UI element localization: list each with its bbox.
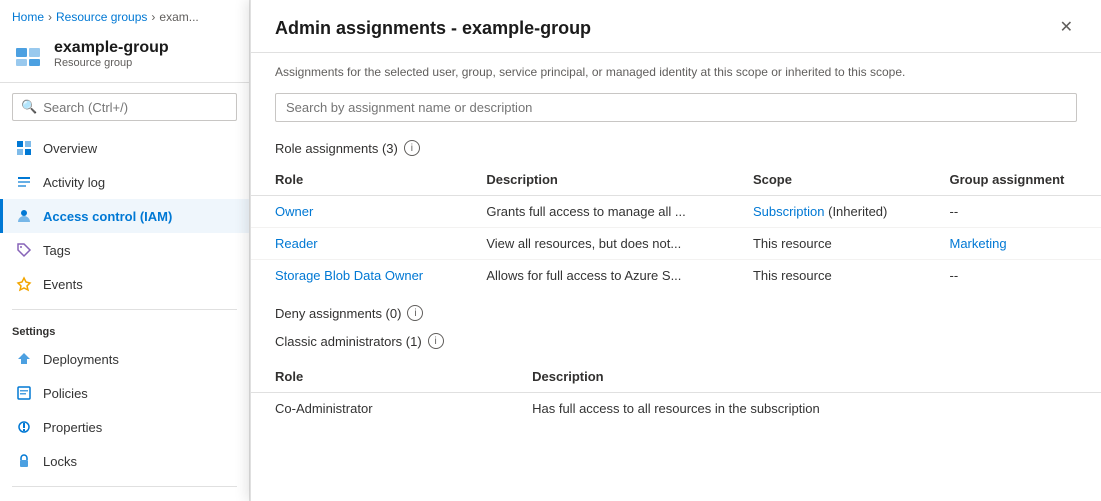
deny-assignments-header: Deny assignments (0) i [275,305,1077,321]
breadcrumb-home[interactable]: Home [12,10,44,24]
sidebar-item-properties[interactable]: Properties [0,410,249,444]
flyout-search-box[interactable] [275,93,1077,122]
role-assignments-label: Role assignments (3) [275,141,398,156]
settings-divider [12,309,237,310]
classic-col-role: Role [251,361,508,393]
role-assignments-table: Role Description Scope Group assignment … [251,164,1101,291]
role-storage-link[interactable]: Storage Blob Data Owner [275,268,423,283]
search-box[interactable]: 🔍 [12,93,237,121]
flyout-title: Admin assignments - example-group [275,18,591,39]
role-reader-description: View all resources, but does not... [462,228,729,260]
classic-admin-label: Classic administrators (1) [275,334,422,349]
sidebar-item-events[interactable]: Events [0,267,249,301]
sidebar-item-overview[interactable]: Overview [0,131,249,165]
breadcrumb-resource-groups[interactable]: Resource groups [56,10,147,24]
table-row: Co-Administrator Has full access to all … [251,393,1101,425]
locks-icon [15,452,33,470]
locks-label: Locks [43,454,77,469]
classic-admin-info-icon: i [428,333,444,349]
main-panel: Admin assignments - example-group ✕ Assi… [250,0,1101,501]
role-owner-scope: Subscription (Inherited) [729,196,926,228]
overview-icon [15,139,33,157]
scope-suffix: (Inherited) [828,204,887,219]
col-scope: Scope [729,164,926,196]
tags-label: Tags [43,243,70,258]
resource-title: example-group [54,39,169,57]
role-assignments-header: Role assignments (3) i [251,134,1101,160]
flyout-search-input[interactable] [286,100,1066,115]
iam-icon [15,207,33,225]
sidebar-item-activity-log[interactable]: Activity log [0,165,249,199]
deny-assignments-info-icon: i [407,305,423,321]
col-role: Role [251,164,462,196]
deny-assignments-section: Deny assignments (0) i [251,291,1101,327]
role-owner-description: Grants full access to manage all ... [462,196,729,228]
role-assignments-header-row: Role Description Scope Group assignment [251,164,1101,196]
flyout-panel: Admin assignments - example-group ✕ Assi… [250,0,1101,501]
resource-header: example-group Resource group [0,30,249,83]
policies-label: Policies [43,386,88,401]
flyout-subtitle: Assignments for the selected user, group… [251,53,1101,81]
deny-assignments-label: Deny assignments (0) [275,306,401,321]
role-storage-group: -- [925,260,1101,292]
search-icon: 🔍 [21,99,37,115]
policies-icon [15,384,33,402]
overview-label: Overview [43,141,97,156]
classic-admin-section: Classic administrators (1) i [251,327,1101,357]
properties-label: Properties [43,420,102,435]
table-row: Owner Grants full access to manage all .… [251,196,1101,228]
classic-admin-header: Classic administrators (1) i [275,333,1077,353]
breadcrumb: Home › Resource groups › exam... [0,0,249,30]
search-input[interactable] [43,100,228,115]
classic-col-description: Description [508,361,1101,393]
role-assignments-info-icon: i [404,140,420,156]
resource-subtitle: Resource group [54,57,169,69]
tags-icon [15,241,33,259]
events-icon [15,275,33,293]
sidebar-item-access-control[interactable]: Access control (IAM) [0,199,249,233]
group-marketing-link[interactable]: Marketing [949,236,1006,251]
col-group-assignment: Group assignment [925,164,1101,196]
events-label: Events [43,277,83,292]
col-description: Description [462,164,729,196]
deployments-label: Deployments [43,352,119,367]
table-row: Storage Blob Data Owner Allows for full … [251,260,1101,292]
role-storage-scope: This resource [729,260,926,292]
deployments-icon [15,350,33,368]
classic-role: Co-Administrator [251,393,508,425]
role-owner-group: -- [925,196,1101,228]
classic-admin-table: Role Description Co-Administrator Has fu… [251,361,1101,424]
sidebar: Home › Resource groups › exam... example… [0,0,250,501]
properties-icon [15,418,33,436]
classic-admin-header-row: Role Description [251,361,1101,393]
scope-subscription-link[interactable]: Subscription [753,204,825,219]
sidebar-item-locks[interactable]: Locks [0,444,249,478]
settings-section-label: Settings [0,314,249,342]
role-owner-link[interactable]: Owner [275,204,313,219]
cost-section-label: Cost Management [0,491,249,501]
access-control-label: Access control (IAM) [43,209,172,224]
role-storage-description: Allows for full access to Azure S... [462,260,729,292]
table-row: Reader View all resources, but does not.… [251,228,1101,260]
classic-description: Has full access to all resources in the … [508,393,1101,425]
flyout-header: Admin assignments - example-group ✕ [251,0,1101,53]
role-reader-scope: This resource [729,228,926,260]
cost-divider [12,486,237,487]
resource-group-icon [12,38,44,70]
activity-log-label: Activity log [43,175,105,190]
close-button[interactable]: ✕ [1056,16,1077,40]
breadcrumb-current: exam... [159,10,198,24]
sidebar-item-deployments[interactable]: Deployments [0,342,249,376]
role-reader-link[interactable]: Reader [275,236,318,251]
sidebar-item-tags[interactable]: Tags [0,233,249,267]
sidebar-item-policies[interactable]: Policies [0,376,249,410]
activity-log-icon [15,173,33,191]
